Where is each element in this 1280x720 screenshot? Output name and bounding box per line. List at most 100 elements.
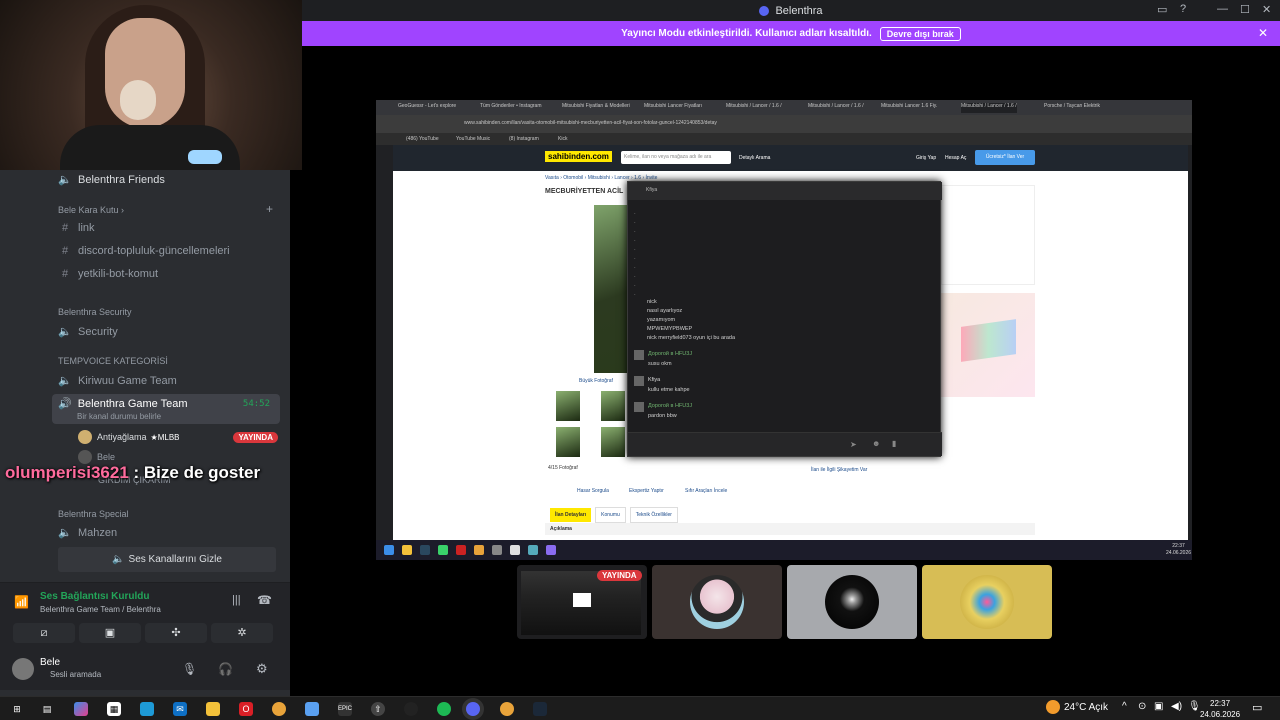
noise-suppression-icon[interactable]: ||| (232, 594, 241, 606)
hide-voice-channels-button[interactable]: 🔈 Ses Kanallarını Gizle (58, 547, 276, 572)
address-bar[interactable]: www.sahibinden.com/ilan/vasita-otomobil-… (376, 115, 1192, 133)
channel-yetkili-bot-komut[interactable]: # yetkili-bot-komut (58, 268, 158, 280)
camera-off-button[interactable]: ⧄ (13, 623, 75, 643)
channel-status[interactable]: Bir kanal durumu belirle (77, 412, 161, 421)
chrome-icon[interactable] (500, 702, 514, 716)
thumbnail[interactable] (556, 391, 580, 421)
inbox-icon[interactable]: ▭ (1157, 3, 1167, 16)
steam-icon[interactable] (533, 702, 547, 716)
screen-share-button[interactable]: ▣ (79, 623, 141, 643)
channel-discord-topluluk[interactable]: # discord-topluluk-güncellemeleri (58, 245, 230, 257)
microphone-icon[interactable]: 🎙 (182, 662, 197, 676)
channel-link[interactable]: # link (58, 222, 95, 234)
participant-tile-anime[interactable] (652, 565, 782, 639)
big-photo-link[interactable]: Büyük Fotoğraf (579, 378, 613, 384)
clock[interactable]: 22:37 24.06.2026 (1200, 698, 1240, 720)
edge-icon[interactable] (140, 702, 154, 716)
thumbnail[interactable] (601, 427, 625, 457)
register-link[interactable]: Hesap Aç (945, 155, 966, 161)
browser-tab[interactable]: Mitsubishi / Lancer / 1.6 / (808, 103, 864, 113)
channel-belenthra-friends[interactable]: 🔈 Belenthra Friends (58, 173, 165, 187)
tab-location[interactable]: Konumu (595, 507, 626, 523)
browser-tab[interactable]: Mitsubishi Fiyatları & Modelleri (562, 103, 630, 113)
participant-tile-gold[interactable] (922, 565, 1052, 639)
spotify-icon[interactable] (437, 702, 451, 716)
screen-share-tile[interactable]: YAYINDA (517, 565, 647, 639)
copilot-icon[interactable] (74, 702, 88, 716)
channel-mahzen[interactable]: 🔈 Mahzen (58, 526, 117, 540)
chevron-up-icon[interactable]: ^ (1122, 701, 1127, 712)
app-icon[interactable]: ⇧ (371, 702, 385, 716)
channel-kiriwuu-game-team[interactable]: 🔈 Kiriwuu Game Team (58, 374, 177, 388)
task-view-icon[interactable]: ▤ (40, 702, 54, 716)
close-window-icon[interactable]: ✕ (1262, 3, 1271, 16)
create-channel-icon[interactable]: + (266, 202, 273, 216)
thumbnail[interactable] (556, 427, 580, 457)
maximize-icon[interactable]: ☐ (1240, 3, 1250, 16)
chat-input[interactable]: ➤ ☻ ▮ (628, 432, 942, 456)
discord-icon[interactable] (466, 702, 480, 716)
main-car-photo[interactable] (594, 205, 628, 373)
browser-tab[interactable]: Porsche / Taycan Elektrik (1044, 103, 1100, 113)
app-icon[interactable] (404, 702, 418, 716)
tab-technical[interactable]: Teknik Özellikler (629, 507, 678, 523)
category-belenthra-security[interactable]: Belenthra Security (58, 307, 132, 317)
weather-icon[interactable] (1046, 700, 1060, 714)
mail-icon[interactable]: ✉ (173, 702, 187, 716)
tab-listing-details[interactable]: İlan Detayları (550, 508, 592, 522)
voice-location[interactable]: Belenthra Game Team / Belenthra (40, 605, 161, 614)
category-belenthra-special[interactable]: Belenthra Special (58, 509, 129, 519)
activities-button[interactable]: ✣ (145, 623, 207, 643)
browser-tab[interactable]: Mitsubishi / Lancer / 1.6 / (726, 103, 782, 113)
send-icon[interactable]: ➤ (850, 440, 857, 449)
trash-icon[interactable]: ▮ (892, 439, 896, 448)
browser-tab-active[interactable]: Mitsubishi / Lancer / 1.6 / (961, 103, 1017, 113)
close-banner-icon[interactable]: ✕ (1258, 26, 1268, 40)
tray-icon[interactable]: ▣ (1154, 701, 1163, 712)
tray-icon[interactable]: ⊙ (1138, 701, 1146, 712)
minimize-icon[interactable]: — (1217, 3, 1228, 15)
new-cars-link[interactable]: Sıfır Araçları İncele (685, 488, 727, 494)
report-listing-link[interactable]: İlan ile İlgili Şikayetim Var (811, 467, 867, 473)
soundboard-button[interactable]: ✲ (211, 623, 273, 643)
help-icon[interactable]: ? (1180, 3, 1186, 15)
bookmark[interactable]: Kick (558, 136, 567, 142)
advertisement[interactable] (941, 293, 1035, 397)
volume-icon[interactable]: ◀) (1171, 701, 1182, 712)
post-listing-button[interactable]: Ücretsiz* İlan Ver (975, 150, 1035, 165)
opera-icon[interactable]: O (239, 702, 253, 716)
participant-tile-dark[interactable] (787, 565, 917, 639)
headphones-icon[interactable]: 🎧 (218, 662, 233, 676)
bookmark[interactable]: (486) YouTube (406, 136, 439, 142)
browser-tab[interactable]: GeoGuessr - Let's explore (398, 103, 456, 113)
category-bele-kara-kutu[interactable]: Bele Kara Kutu › (58, 205, 124, 215)
damage-query-link[interactable]: Hasar Sorgula (577, 488, 609, 494)
mic-icon[interactable]: 🎙 (1188, 701, 1201, 712)
avatar[interactable] (12, 658, 34, 680)
store-icon[interactable]: ▦ (107, 702, 121, 716)
chrome-icon[interactable] (272, 702, 286, 716)
emoji-icon[interactable]: ☻ (872, 439, 880, 448)
kick-chat-window[interactable]: Kfiya .......... nick nasıl ayarlıyoz ya… (627, 181, 942, 457)
bookmark[interactable]: YouTube Music (456, 136, 490, 142)
browser-tab[interactable]: Mitsubishi Lancer 1.6 Fiy. (881, 103, 937, 113)
expertise-link[interactable]: Ekspertiz Yaptır (629, 488, 664, 494)
login-link[interactable]: Giriş Yap (916, 155, 936, 161)
browser-tab[interactable]: Mitsubishi Lancer Fiyatları (644, 103, 702, 113)
notification-icon[interactable]: ▭ (1252, 701, 1262, 714)
voice-member-antiyaglama[interactable]: Antiyağlama ★MLBB YAYINDA (78, 429, 278, 445)
site-logo[interactable]: sahibinden.com (545, 151, 612, 162)
channel-security[interactable]: 🔈 Security (58, 325, 118, 339)
folder-icon[interactable] (206, 702, 220, 716)
app-icon[interactable] (305, 702, 319, 716)
category-tempvoice[interactable]: TEMPVOICE KATEGORİSİ (58, 356, 168, 366)
epic-games-icon[interactable]: EPIC (338, 702, 352, 716)
disconnect-icon[interactable]: ☎ (257, 593, 272, 607)
active-voice-channel[interactable]: 🔊 Belenthra Game Team Bir kanal durumu b… (52, 394, 280, 424)
bookmark[interactable]: (8) Instagram (509, 136, 539, 142)
detailed-search-link[interactable]: Detaylı Arama (739, 155, 770, 161)
disable-streamer-mode-button[interactable]: Devre dışı bırak (879, 26, 961, 41)
windows-start-icon[interactable]: ⊞ (10, 702, 24, 716)
weather-text[interactable]: 24°C Açık (1064, 702, 1108, 713)
site-search-input[interactable]: Kelime, ilan no veya mağaza adı ile ara (621, 151, 731, 164)
